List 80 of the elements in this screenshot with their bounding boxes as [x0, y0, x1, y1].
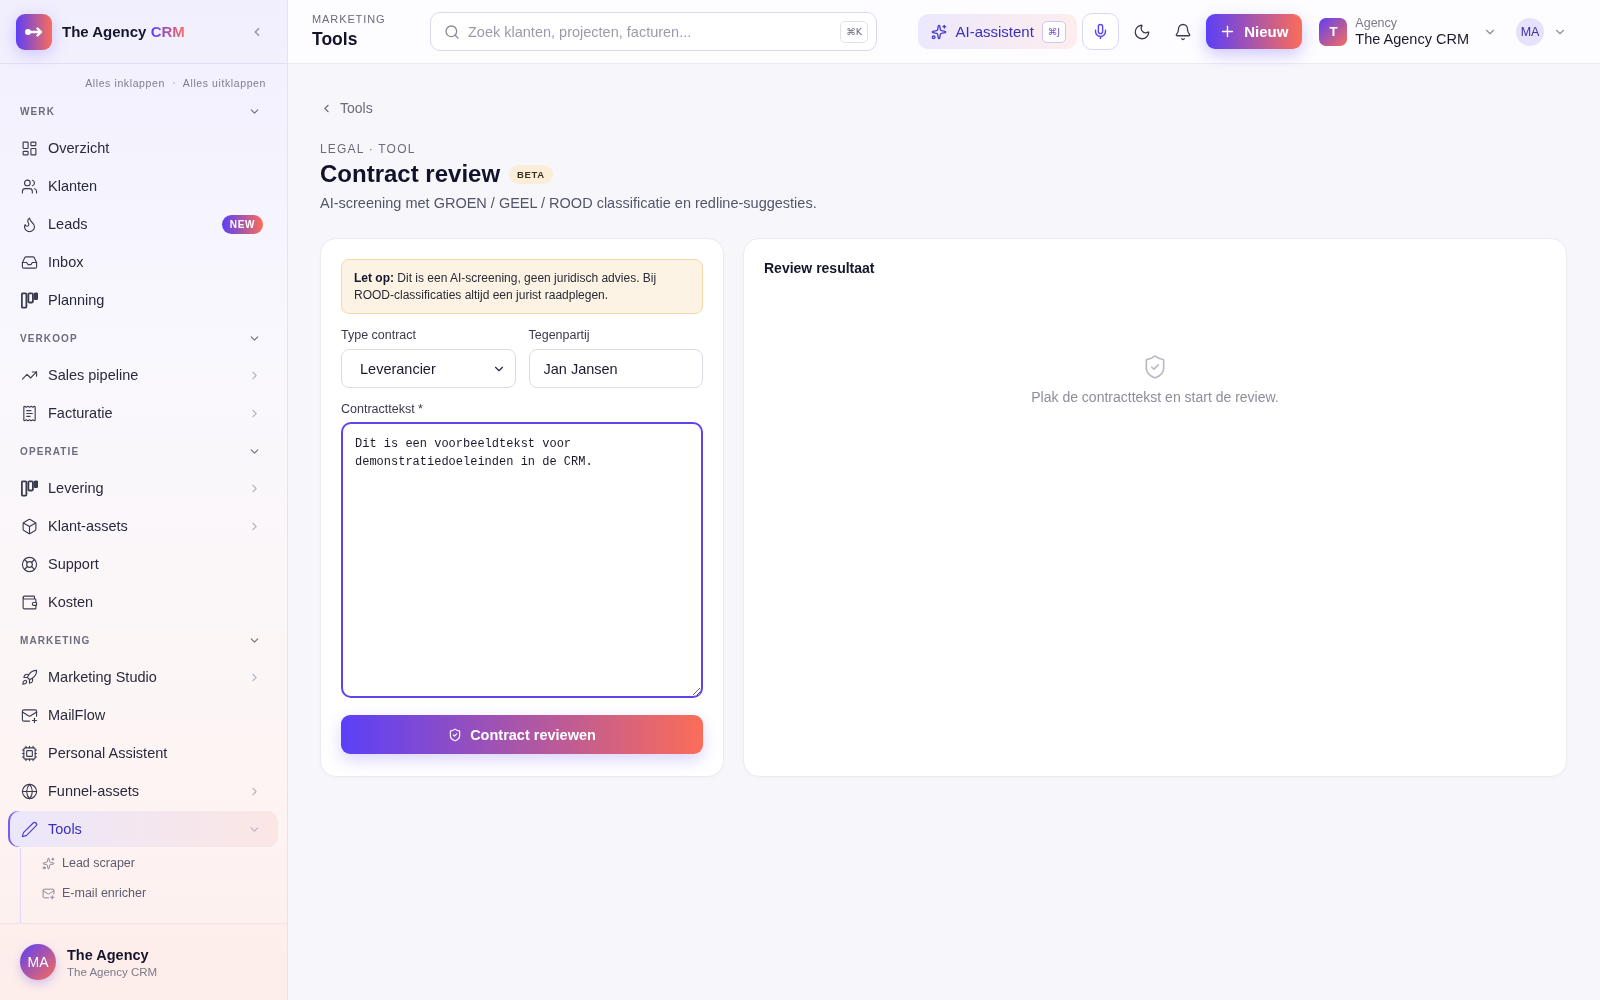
- page-title: Contract review: [320, 160, 501, 188]
- empty-message: Plak de contracttekst en start de review.: [1031, 389, 1279, 405]
- workspace-caption: Agency: [1355, 16, 1399, 30]
- sparkles-icon: [931, 23, 948, 40]
- shortcut-key: ⌘J: [1041, 20, 1067, 43]
- beta-badge: BETA: [509, 164, 553, 184]
- search-icon: [444, 23, 460, 40]
- warning-notice: Let op: Dit is een AI-screening, geen juridisch advies. Bij ROOD-classificaties altijd een jurist raadplegen.: [341, 259, 703, 314]
- contract-text-area[interactable]: Dit is een voorbeeldtekst voor demonstratiedoeleinden in de CRM.: [341, 422, 703, 698]
- page-heading: Tools: [312, 29, 359, 50]
- sidebar-item[interactable]: Planning: [8, 282, 278, 318]
- page-description: AI-screening met GROEN / GEEL / ROOD classificatie en redline-suggesties.: [320, 194, 817, 213]
- pen-icon: [21, 820, 38, 838]
- microphone-button[interactable]: [1082, 13, 1120, 50]
- sparkles-icon: [42, 856, 55, 870]
- new-button[interactable]: Nieuw: [1206, 14, 1303, 49]
- kanban-icon: [21, 291, 38, 309]
- user-avatar: MA: [1516, 17, 1544, 46]
- box-icon: [21, 517, 38, 535]
- workspace-name: The Agency CRM: [1355, 31, 1469, 47]
- sidebar-item[interactable]: Funnel-assets: [8, 773, 278, 809]
- workspace-switcher[interactable]: T Agency The Agency CRM: [1317, 16, 1499, 47]
- shield-check-icon: [448, 727, 463, 742]
- review-contract-button[interactable]: Contract reviewen: [341, 715, 703, 754]
- ai-assistant-button[interactable]: AI-assistent ⌘J: [918, 14, 1078, 49]
- contract-type-select[interactable]: Leverancier: [341, 349, 516, 388]
- sidebar-item[interactable]: Klanten: [8, 168, 278, 204]
- sidebar-item[interactable]: Personal Assistent: [8, 735, 278, 771]
- sidebar-item[interactable]: Marketing Studio: [8, 659, 278, 695]
- moon-icon: [1133, 22, 1152, 41]
- new-badge: NEW: [221, 214, 263, 234]
- workspace-tile: T: [1319, 17, 1348, 46]
- sidebar-item[interactable]: Inbox: [8, 244, 278, 280]
- lifebuoy-icon: [21, 555, 38, 573]
- shortcut-key: ⌘K: [840, 20, 868, 43]
- sidebar-item[interactable]: Facturatie: [8, 395, 278, 431]
- breadcrumb-link[interactable]: Tools: [320, 98, 373, 118]
- sidebar-item[interactable]: Levering: [8, 470, 278, 506]
- sidebar-item[interactable]: Klant-assets: [8, 508, 278, 544]
- mail-plus-icon: [42, 886, 55, 900]
- field-label: Type contract: [341, 328, 417, 342]
- account-name: The Agency: [67, 946, 150, 963]
- result-title: Review resultaat: [764, 259, 875, 277]
- wallet-icon: [21, 593, 38, 611]
- account-avatar: MA: [20, 944, 56, 980]
- sidebar-item[interactable]: Kosten: [8, 584, 278, 620]
- sidebar-item[interactable]: Support: [8, 546, 278, 582]
- receipt-icon: [21, 404, 38, 422]
- sidebar-item[interactable]: Overzicht: [8, 130, 278, 166]
- sidebar-item[interactable]: Sales pipeline: [8, 357, 278, 393]
- sidebar-subitem[interactable]: E-mail enricher: [42, 878, 278, 908]
- counterparty-input[interactable]: Jan Jansen: [528, 349, 703, 388]
- eyebrow: LEGAL · TOOL: [320, 141, 416, 157]
- section-title: VERKOOP: [20, 333, 78, 344]
- collapse-link[interactable]: Alles inklappen: [85, 77, 165, 89]
- globe-icon: [21, 782, 38, 800]
- sidebar-item[interactable]: Leads NEW: [8, 206, 278, 242]
- user-menu[interactable]: MA: [1516, 17, 1567, 46]
- dashboard-icon: [21, 139, 38, 157]
- collapse-link[interactable]: Alles uitklappen: [182, 77, 266, 89]
- sidebar-subitem[interactable]: Lead scraper: [42, 848, 278, 878]
- chip-icon: [21, 744, 38, 762]
- brand-title: The Agency CRM: [62, 23, 185, 40]
- sidebar-item[interactable]: MailFlow: [8, 697, 278, 733]
- logo-icon: [16, 13, 52, 50]
- sidebar-item[interactable]: Tools: [8, 811, 278, 847]
- bell-icon: [1174, 22, 1193, 41]
- rocket-icon: [21, 668, 38, 686]
- users-icon: [21, 177, 38, 195]
- section-title: WERK: [20, 106, 55, 117]
- section-label: MARKETING: [312, 13, 387, 25]
- section-title: OPERATIE: [20, 446, 80, 457]
- field-label: Tegenpartij: [528, 328, 590, 342]
- field-label: Contracttekst *: [341, 402, 423, 416]
- kanban-icon: [21, 479, 38, 497]
- mail-plus-icon: [21, 706, 38, 724]
- flame-icon: [21, 215, 38, 233]
- inbox-icon: [21, 253, 38, 271]
- section-title: MARKETING: [20, 635, 91, 646]
- account-subtitle: The Agency CRM: [67, 965, 158, 978]
